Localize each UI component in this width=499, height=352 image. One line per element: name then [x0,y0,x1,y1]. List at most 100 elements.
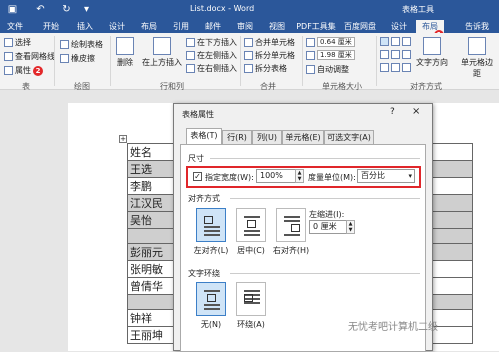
align-center-option[interactable] [236,208,266,242]
wrap-around-icon [244,290,260,310]
wrap-none-option[interactable] [196,282,226,316]
alignment-grid[interactable] [380,37,411,46]
table-align-center-icon [244,216,260,236]
table-tools-label: 表格工具 [402,5,434,14]
cell-margins-icon [468,37,486,55]
align-left-label: 左对齐(L) [193,246,229,255]
tab-baidu-netdisk[interactable]: 百度网盘 [340,20,380,33]
table-align-right-icon [284,216,300,236]
text-direction-icon [423,37,441,55]
ribbon-tabs: 文件 开始 插入 设计 布局 引用 邮件 审阅 视图 PDF工具集 百度网盘 设… [0,18,499,33]
tab-view[interactable]: 视图 [264,20,290,33]
delete-button[interactable]: 删除 [116,37,134,68]
help-button[interactable]: ? [390,107,395,117]
cell-margins-button[interactable]: 单元格边距 [458,37,496,79]
step-badge-properties: 2 [33,66,43,76]
align-middle-left-icon[interactable] [380,50,389,59]
tab-design[interactable]: 设计 [104,20,130,33]
tab-pdf-tools[interactable]: PDF工具集 [296,20,336,33]
section-divider [210,158,420,159]
align-bottom-right-icon[interactable] [402,63,411,72]
table-align-left-icon [204,216,220,236]
tab-review[interactable]: 审阅 [232,20,258,33]
table-move-handle[interactable]: + [119,135,127,143]
group-separator [376,36,377,86]
properties-button[interactable]: 属性 [4,65,31,76]
tab-mailings[interactable]: 邮件 [200,20,226,33]
wrap-around-label: 环绕(A) [237,320,265,329]
align-center-label: 居中(C) [237,246,265,255]
merge-cells-button[interactable]: 合并单元格 [244,37,295,48]
align-top-center-icon[interactable] [391,37,400,46]
watermark: 无忧考吧计算机二级 [348,322,438,333]
tab-table[interactable]: 表格(T) [186,128,222,145]
alignment-grid-row2[interactable] [380,50,411,59]
document-title: List.docx - Word [190,4,255,13]
split-cells-icon [244,51,253,60]
tab-insert[interactable]: 插入 [72,20,98,33]
tab-alt-text[interactable]: 可选文字(A) [324,130,374,144]
highlight-box [186,166,421,188]
indent-label: 左缩进(I): [309,210,345,219]
row-height-control[interactable]: 0.64 厘米 [306,37,355,47]
undo-icon[interactable]: ↶ [34,2,47,16]
split-cells-button[interactable]: 拆分单元格 [244,50,295,61]
height-input[interactable]: 0.64 厘米 [317,37,355,47]
merge-icon [244,38,253,47]
draw-table-button[interactable]: 绘制表格 [60,39,103,50]
tab-column[interactable]: 列(U) [252,130,282,144]
properties-icon [4,66,13,75]
tab-table-design[interactable]: 设计 [386,20,412,33]
tab-references[interactable]: 引用 [168,20,194,33]
align-bottom-center-icon[interactable] [391,63,400,72]
pencil-icon [60,40,69,49]
width-input[interactable]: 1.98 厘米 [317,50,355,60]
insert-above-icon [153,37,171,55]
alignment-grid-row3[interactable] [380,63,411,72]
insert-right-button[interactable]: 在右侧插入 [186,63,237,74]
wrap-around-option[interactable] [236,282,266,316]
align-middle-center-icon[interactable] [391,50,400,59]
tab-home[interactable]: 开始 [38,20,64,33]
group-separator [240,36,241,86]
align-middle-right-icon[interactable] [402,50,411,59]
tab-file[interactable]: 文件 [2,20,28,33]
save-icon[interactable]: ▣ [6,2,19,16]
dialog-title: 表格属性 [182,110,214,119]
height-icon [306,37,315,47]
column-width-control[interactable]: 1.98 厘米 [306,50,355,60]
close-button[interactable]: × [412,106,420,117]
tell-me-search[interactable]: 告诉我 [458,20,496,33]
insert-above-button[interactable]: 在上方插入 [142,37,182,68]
insert-below-button[interactable]: 在下方插入 [186,37,237,48]
tab-layout[interactable]: 布局 [136,20,162,33]
gridlines-icon [4,52,13,61]
text-direction-button[interactable]: 文字方向 [416,37,448,68]
insert-right-icon [186,64,195,73]
delete-table-icon [116,37,134,55]
align-top-right-icon[interactable] [402,37,411,46]
autofit-button[interactable]: 自动调整 [306,64,349,75]
indent-input[interactable]: 0 厘米 [309,220,347,234]
width-icon [306,50,315,60]
customize-qat-icon[interactable]: ▾ [80,2,93,16]
redo-icon[interactable]: ↻ [60,2,73,16]
align-right-option[interactable] [276,208,306,242]
insert-below-icon [186,38,195,47]
tab-cell[interactable]: 单元格(E) [282,130,324,144]
select-button[interactable]: 选择 [4,37,31,48]
section-divider [230,198,420,199]
tab-row[interactable]: 行(R) [222,130,252,144]
view-gridlines-button[interactable]: 查看网格线 [4,51,55,62]
eraser-button[interactable]: 橡皮擦 [60,53,95,64]
align-left-option[interactable] [196,208,226,242]
split-table-button[interactable]: 拆分表格 [244,63,287,74]
insert-left-button[interactable]: 在左侧插入 [186,50,237,61]
eraser-icon [60,54,69,63]
group-separator [54,36,55,86]
align-bottom-left-icon[interactable] [380,63,389,72]
ribbon-panel: 选择 查看网格线 属性 2 表 绘制表格 橡皮擦 绘图 删除 在上方插入 在下方… [0,33,499,91]
indent-spinner[interactable]: ▲ ▼ [346,220,355,234]
align-top-left-icon[interactable] [380,37,389,46]
wrap-none-label: 无(N) [200,320,222,329]
